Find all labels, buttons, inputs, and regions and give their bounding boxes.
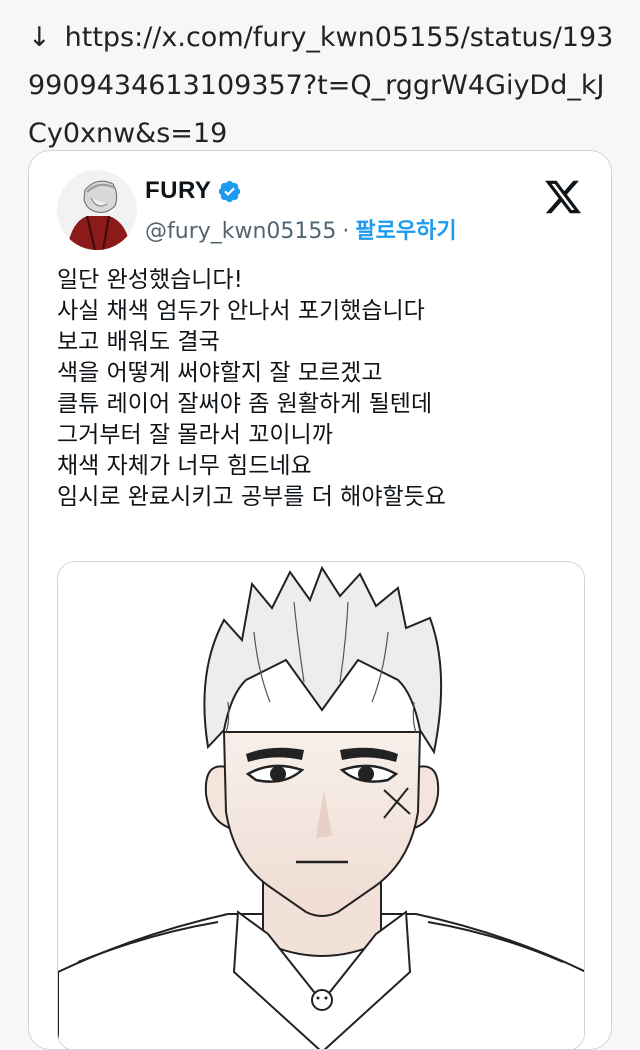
tweet-line: 클튜 레이어 잘써야 좀 원활하게 될텐데 — [57, 391, 433, 417]
tweet-line: 그거부터 잘 몰라서 꼬이니까 — [57, 422, 333, 448]
display-name[interactable]: FURY — [145, 177, 211, 205]
tweet-body: 일단 완성했습니다! 사실 채색 엄두가 안나서 포기했습니다 보고 배워도 결… — [57, 265, 597, 513]
shared-link-text[interactable]: ↓ https://x.com/fury_kwn05155/status/1939… — [28, 14, 618, 158]
embedded-tweet-card[interactable]: FURY @fury_kwn05155 · 팔로우하기 일단 완성했습니다! 사실 … — [28, 150, 612, 1050]
tweet-image[interactable] — [57, 561, 585, 1049]
tweet-line: 색을 어떻게 써야할지 잘 모르겠고 — [57, 360, 383, 386]
download-arrow-icon: ↓ — [28, 22, 51, 53]
verified-badge-icon — [219, 180, 241, 202]
tweet-line: 채색 자체가 너무 힘드네요 — [57, 453, 312, 479]
user-handle[interactable]: @fury_kwn05155 — [145, 219, 336, 244]
shared-url[interactable]: https://x.com/fury_kwn05155/status/19399… — [28, 22, 613, 149]
follow-button[interactable]: 팔로우하기 — [355, 219, 456, 244]
tweet-line: 일단 완성했습니다! — [57, 267, 243, 293]
avatar[interactable] — [57, 170, 137, 250]
separator-dot: · — [342, 219, 350, 244]
tweet-line: 임시로 완료시키고 공부를 더 해야할듯요 — [57, 484, 446, 510]
x-logo-icon[interactable] — [543, 177, 583, 217]
tweet-line: 사실 채색 엄두가 안나서 포기했습니다 — [57, 298, 425, 324]
tweet-line: 보고 배워도 결국 — [57, 329, 220, 355]
